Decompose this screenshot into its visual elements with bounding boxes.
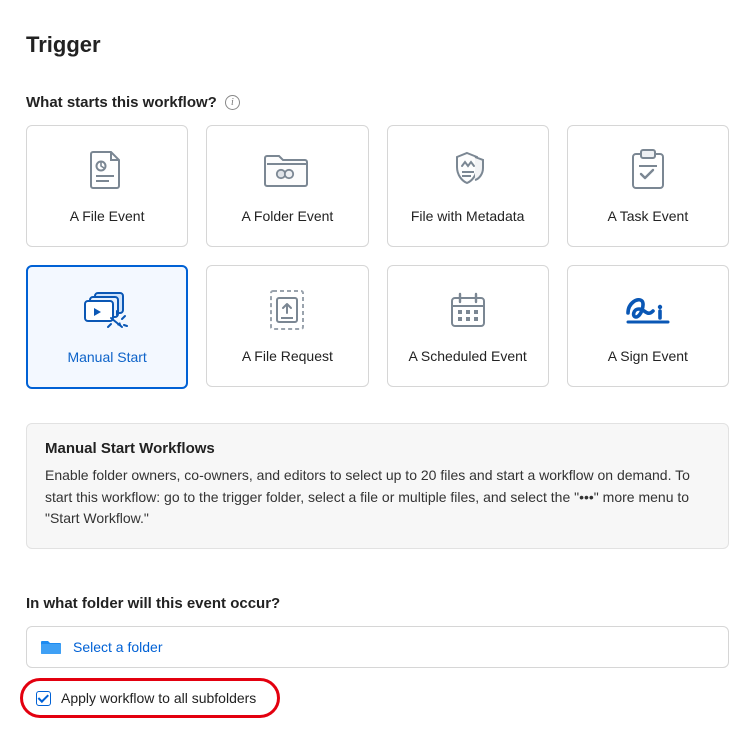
folder-event-icon (264, 148, 310, 192)
trigger-card-label: File with Metadata (411, 208, 525, 224)
folder-picker[interactable]: Select a folder (26, 626, 729, 668)
trigger-section-header: What starts this workflow? i (26, 94, 729, 111)
folder-section-header: In what folder will this event occur? (26, 595, 729, 612)
info-box-body: Enable folder owners, co-owners, and edi… (45, 465, 710, 530)
metadata-icon (445, 148, 491, 192)
manual-start-icon (81, 289, 133, 333)
trigger-card-task-event[interactable]: A Task Event (567, 125, 729, 247)
file-event-icon (87, 148, 127, 192)
manual-start-info-box: Manual Start Workflows Enable folder own… (26, 423, 729, 549)
trigger-card-manual-start[interactable]: Manual Start (26, 265, 188, 389)
trigger-card-label: Manual Start (67, 349, 146, 365)
apply-subfolders-checkbox[interactable] (36, 691, 51, 706)
task-event-icon (629, 148, 667, 192)
info-icon[interactable]: i (225, 95, 240, 110)
trigger-card-file-metadata[interactable]: File with Metadata (387, 125, 549, 247)
sign-event-icon (622, 288, 674, 332)
trigger-card-label: A File Request (242, 348, 333, 364)
folder-section-label: In what folder will this event occur? (26, 595, 280, 612)
trigger-card-label: A Sign Event (608, 348, 688, 364)
folder-icon (41, 639, 61, 655)
file-request-icon (266, 288, 308, 332)
trigger-card-scheduled-event[interactable]: A Scheduled Event (387, 265, 549, 387)
trigger-card-file-request[interactable]: A File Request (206, 265, 368, 387)
folder-picker-label: Select a folder (73, 639, 163, 655)
scheduled-event-icon (448, 288, 488, 332)
apply-subfolders-row[interactable]: Apply workflow to all subfolders (26, 682, 274, 714)
page-title: Trigger (26, 32, 729, 58)
apply-subfolders-label: Apply workflow to all subfolders (61, 690, 256, 706)
info-box-title: Manual Start Workflows (45, 440, 710, 457)
trigger-card-label: A Scheduled Event (408, 348, 526, 364)
trigger-card-file-event[interactable]: A File Event (26, 125, 188, 247)
trigger-card-label: A File Event (70, 208, 145, 224)
trigger-card-label: A Folder Event (241, 208, 333, 224)
trigger-card-label: A Task Event (608, 208, 689, 224)
trigger-section-label: What starts this workflow? (26, 94, 217, 111)
trigger-card-sign-event[interactable]: A Sign Event (567, 265, 729, 387)
trigger-card-folder-event[interactable]: A Folder Event (206, 125, 368, 247)
trigger-card-grid: A File Event A Folder Event (26, 125, 729, 389)
